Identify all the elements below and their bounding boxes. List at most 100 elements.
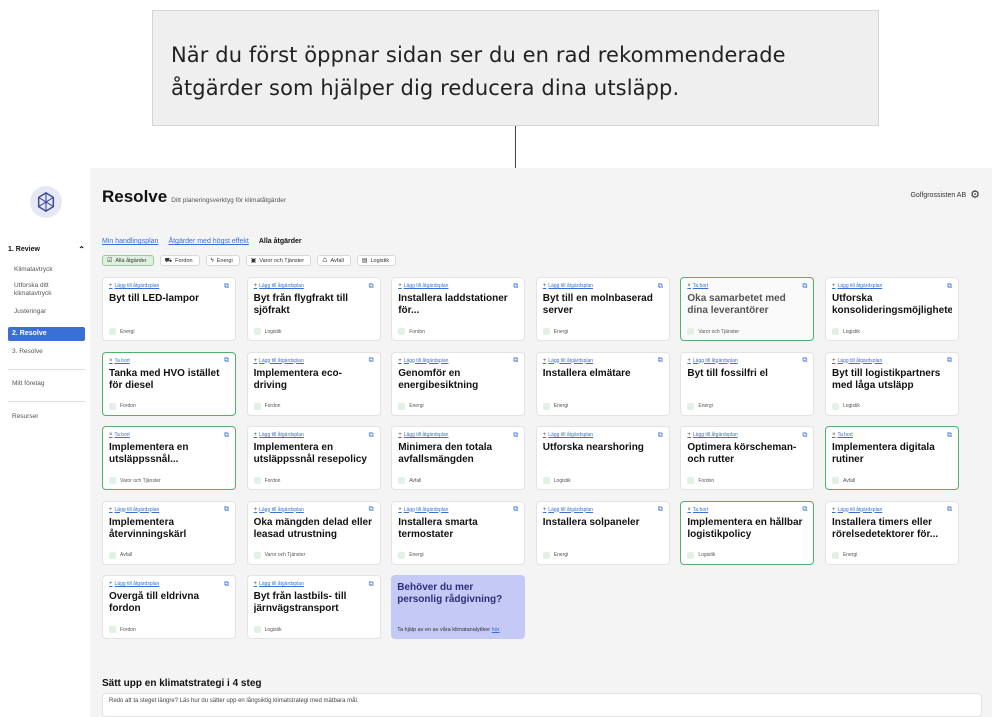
gear-icon[interactable]: ⚙ [970,190,980,201]
sidebar-item-justeringar[interactable]: Justeringar [14,308,46,316]
action-card[interactable]: × Ta bort ⧉ Öka samarbetet med dina leveran… [680,277,815,341]
external-link-icon[interactable]: ⧉ [224,581,229,588]
action-card[interactable]: × Ta bort ⧉ Implementera en hållbar logisti… [680,500,815,565]
action-card[interactable]: + Lägg till åtgärdsplan ⧉ Utforska konsolid… [824,277,959,341]
tab-alla-atgarder[interactable]: Alla åtgärder [259,238,302,245]
external-link-icon[interactable]: ⧉ [658,506,663,513]
external-link-icon[interactable]: ⧉ [802,357,807,364]
external-link-icon[interactable]: ⧉ [802,432,807,439]
strategy-panel[interactable]: Redo att ta steget längre? Läs hur du sä… [102,693,982,717]
external-link-icon[interactable]: ⧉ [513,357,518,364]
action-card[interactable]: + Lägg till åtgärdsplan ⧉ Installera solpan… [535,500,670,565]
action-card[interactable]: + Lägg till åtgärdsplan ⧉ Implementera eco-… [246,351,381,416]
filter-chip-energi[interactable]: ϟ Energi [205,255,240,266]
external-link-icon[interactable]: ⧉ [658,432,663,439]
add-to-plan-link[interactable]: + Lägg till åtgärdsplan [832,283,882,289]
action-card[interactable]: + Lägg till åtgärdsplan ⧉ Implementera åter… [102,500,236,565]
action-card[interactable]: × Ta bort ⧉ Tanka med HVO istället för dies… [102,351,236,416]
external-link-icon[interactable]: ⧉ [224,283,229,290]
action-card[interactable]: + Lägg till åtgärdsplan ⧉ Byt till logistik… [824,351,959,416]
filter-chip-fordon[interactable]: ⛟ Fordon [159,255,200,266]
external-link-icon[interactable]: ⧉ [947,506,952,513]
add-to-plan-link[interactable]: + Lägg till åtgärdsplan [109,507,159,513]
external-link-icon[interactable]: ⧉ [947,357,952,364]
external-link-icon[interactable]: ⧉ [224,432,229,439]
add-to-plan-link[interactable]: + Lägg till åtgärdsplan [109,283,159,289]
external-link-icon[interactable]: ⧉ [369,283,374,290]
action-card[interactable]: + Lägg till åtgärdsplan ⧉ Installera elmäta… [535,351,670,416]
action-card[interactable]: + Lägg till åtgärdsplan ⧉ Övergå till eldri… [102,575,236,639]
external-link-icon[interactable]: ⧉ [658,283,663,290]
filter-chip-varor[interactable]: ▣ Varor och Tjänster [245,255,312,266]
external-link-icon[interactable]: ⧉ [802,506,807,513]
action-card[interactable]: + Lägg till åtgärdsplan ⧉ Installera timers… [824,500,959,565]
sidebar-item-resolve-active[interactable]: 2. Resolve [8,327,85,341]
action-card[interactable]: + Lägg till åtgärdsplan ⧉ Installera smarta… [391,500,526,565]
action-card[interactable]: + Lägg till åtgärdsplan ⧉ Byt till LED-lamp… [102,277,236,341]
action-card[interactable]: + Lägg till åtgärdsplan ⧉ Byt från lastbils… [246,575,381,639]
company-selector[interactable]: Golfgrossisten AB ⚙ [910,190,980,201]
filter-chip-avfall[interactable]: ♺ Avfall [317,255,351,266]
external-link-icon[interactable]: ⧉ [224,357,229,364]
filter-chip-all[interactable]: ☑ Alla åtgärder [102,255,154,266]
action-card[interactable]: + Lägg till åtgärdsplan ⧉ Byt till fossilfr… [680,351,815,416]
action-card[interactable]: + Lägg till åtgärdsplan ⧉ Byt från flygfrak… [246,277,381,341]
action-card[interactable]: + Lägg till åtgärdsplan ⧉ Utforska nearshor… [535,426,670,490]
action-card[interactable]: + Lägg till åtgärdsplan ⧉ Öka mängden delad… [246,500,381,565]
add-to-plan-link[interactable]: + Lägg till åtgärdsplan [254,507,304,513]
add-to-plan-link[interactable]: + Lägg till åtgärdsplan [543,507,593,513]
app-logo[interactable] [30,186,62,218]
external-link-icon[interactable]: ⧉ [658,357,663,364]
filter-chip-logistik[interactable]: ▤ Logistik [356,255,397,266]
external-link-icon[interactable]: ⧉ [802,283,807,290]
external-link-icon[interactable]: ⧉ [369,506,374,513]
sidebar-item-resurser[interactable]: Resurser [12,413,38,421]
promo-link[interactable]: här [492,627,500,633]
add-to-plan-link[interactable]: + Lägg till åtgärdsplan [687,358,737,364]
add-to-plan-link[interactable]: + Lägg till åtgärdsplan [398,507,448,513]
add-to-plan-link[interactable]: + Lägg till åtgärdsplan [543,358,593,364]
tab-hogst-effekt[interactable]: Åtgärder med högst effekt [168,238,248,245]
external-link-icon[interactable]: ⧉ [369,581,374,588]
add-to-plan-link[interactable]: + Lägg till åtgärdsplan [398,432,448,438]
remove-from-plan-link[interactable]: × Ta bort [687,283,708,289]
sidebar-item-resolve-next[interactable]: 3. Resolve [12,348,43,356]
action-card[interactable]: + Lägg till åtgärdsplan ⧉ Byt till en molnb… [535,277,670,341]
action-card[interactable]: + Lägg till åtgärdsplan ⧉ Minimera den tota… [391,426,526,490]
external-link-icon[interactable]: ⧉ [224,506,229,513]
external-link-icon[interactable]: ⧉ [513,432,518,439]
sidebar-section-review[interactable]: 1. Review ⌃ [8,242,85,256]
add-to-plan-link[interactable]: + Lägg till åtgärdsplan [832,507,882,513]
action-card[interactable]: + Lägg till åtgärdsplan ⧉ Implementera en u… [246,426,381,490]
add-to-plan-link[interactable]: + Lägg till åtgärdsplan [398,358,448,364]
add-to-plan-link[interactable]: + Lägg till åtgärdsplan [398,283,448,289]
external-link-icon[interactable]: ⧉ [513,506,518,513]
action-card[interactable]: + Lägg till åtgärdsplan ⧉ Genomför en energ… [391,351,526,416]
external-link-icon[interactable]: ⧉ [513,283,518,290]
action-card[interactable]: × Ta bort ⧉ Implementera en utsläppssnål...… [102,426,236,490]
tab-min-handlingsplan[interactable]: Min handlingsplan [102,238,158,245]
external-link-icon[interactable]: ⧉ [947,432,952,439]
action-card[interactable]: × Ta bort ⧉ Implementera digitala rutiner Av… [824,426,959,490]
external-link-icon[interactable]: ⧉ [369,357,374,364]
add-to-plan-link[interactable]: + Lägg till åtgärdsplan [109,581,159,587]
advice-promo-card[interactable]: Behöver du mer personlig rådgivning? Ta h… [391,575,526,639]
add-to-plan-link[interactable]: + Lägg till åtgärdsplan [254,581,304,587]
sidebar-item-mitt-foretag[interactable]: Mitt företag [12,380,45,388]
add-to-plan-link[interactable]: + Lägg till åtgärdsplan [543,432,593,438]
remove-from-plan-link[interactable]: × Ta bort [109,432,130,438]
external-link-icon[interactable]: ⧉ [369,432,374,439]
add-to-plan-link[interactable]: + Lägg till åtgärdsplan [254,432,304,438]
add-to-plan-link[interactable]: + Lägg till åtgärdsplan [832,358,882,364]
add-to-plan-link[interactable]: + Lägg till åtgärdsplan [254,283,304,289]
remove-from-plan-link[interactable]: × Ta bort [832,432,853,438]
external-link-icon[interactable]: ⧉ [947,283,952,290]
add-to-plan-link[interactable]: + Lägg till åtgärdsplan [254,358,304,364]
add-to-plan-link[interactable]: + Lägg till åtgärdsplan [687,432,737,438]
sidebar-item-utforska[interactable]: Utforska ditt klimatavtryck [14,282,74,298]
remove-from-plan-link[interactable]: × Ta bort [687,507,708,513]
sidebar-item-klimatavtryck[interactable]: Klimatavtryck [14,266,53,274]
remove-from-plan-link[interactable]: × Ta bort [109,358,130,364]
action-card[interactable]: + Lägg till åtgärdsplan ⧉ Optimera körschem… [680,426,815,490]
add-to-plan-link[interactable]: + Lägg till åtgärdsplan [543,283,593,289]
